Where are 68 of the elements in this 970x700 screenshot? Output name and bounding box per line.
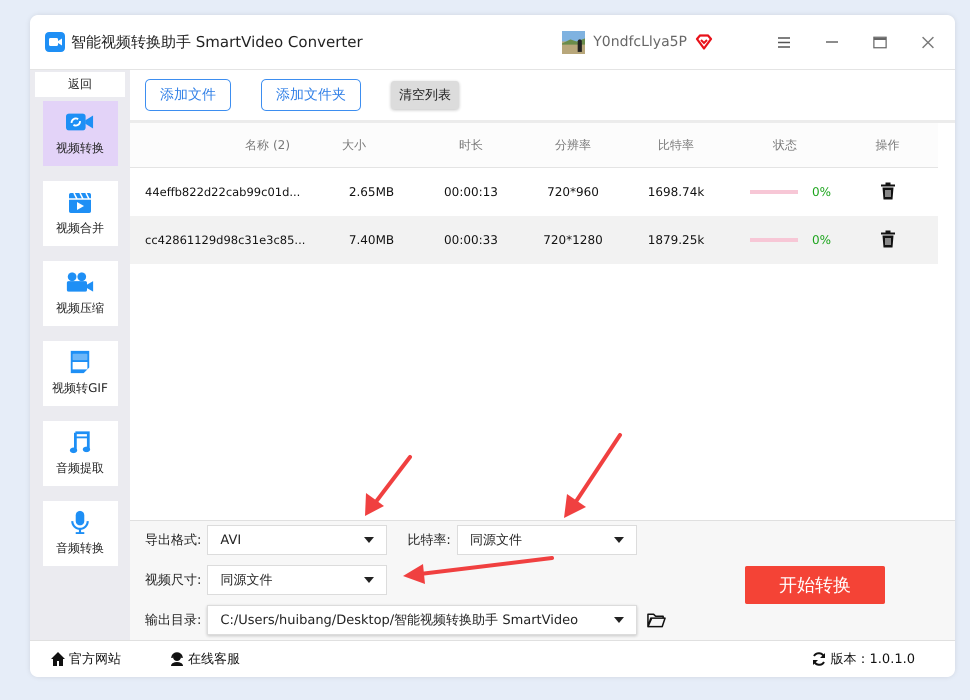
caret-icon	[364, 537, 374, 543]
table-cell-text: 2.65MB	[348, 185, 396, 199]
format-dropdown[interactable]: AVI	[207, 525, 388, 555]
table-cell-text: 00:00:13	[443, 185, 499, 199]
format-label: 导出格式:	[145, 532, 202, 549]
column-header: 状态	[772, 136, 798, 154]
size-label: 视频尺寸:	[145, 572, 202, 589]
annotation-arrow	[365, 455, 412, 516]
sidebar-item[interactable]: 视频转换	[42, 101, 118, 166]
output-label: 输出目录:	[145, 612, 202, 629]
sidebar-item[interactable]: 视频压缩	[42, 261, 118, 326]
sidebar-item-label: 音频转换	[56, 540, 104, 557]
clear-list-button[interactable]: 清空列表	[391, 81, 459, 109]
sidebar-item-label: 视频转GIF	[52, 380, 108, 397]
version-text: 版本：1.0.1.0	[830, 651, 915, 668]
table-cell-text: 44effb822d22cab99c01d...	[144, 185, 302, 199]
bitrate-dropdown[interactable]: 同源文件	[456, 525, 637, 555]
table-cell-text: cc42861129d98c31e3c85...	[144, 233, 306, 247]
size-dropdown[interactable]: 同源文件	[207, 565, 388, 595]
sidebar-item-label: 视频合并	[56, 220, 104, 237]
table-cell-text: 720*960	[546, 185, 600, 199]
output-dropdown[interactable]: C:/Users/huibang/Desktop/智能视频转换助手 SmartVideo	[207, 605, 638, 635]
diamond-icon	[695, 34, 713, 50]
caret-icon	[614, 537, 624, 543]
column-header: 比特率	[657, 136, 695, 154]
sidebar-item-label: 视频转换	[56, 140, 104, 157]
column-header: 名称 (2)	[244, 136, 290, 154]
progress-percent: 0%	[812, 233, 832, 247]
app-logo-icon	[45, 32, 65, 52]
table-cell-text: 1698.74k	[646, 185, 706, 199]
column-header: 分辨率	[554, 136, 592, 154]
refresh-icon[interactable]	[810, 651, 827, 667]
bitrate-label: 比特率:	[407, 532, 451, 549]
username[interactable]: Y0ndfcLlya5P	[593, 34, 687, 50]
table-cell-text: 1879.25k	[646, 233, 706, 247]
close-icon[interactable]	[921, 36, 935, 48]
caret-icon	[364, 577, 374, 583]
caret-icon	[614, 617, 624, 623]
sidebar-item[interactable]: 音频提取	[42, 421, 118, 486]
table-cell-text: 720*1280	[542, 233, 604, 247]
table-cell-text: 7.40MB	[348, 233, 396, 247]
add-file-button[interactable]: 添加文件	[145, 79, 231, 111]
add-folder-button[interactable]: 添加文件夹	[261, 79, 361, 111]
folder-icon[interactable]	[647, 612, 666, 628]
maximize-icon[interactable]	[873, 36, 887, 48]
table-cell-text: 00:00:33	[443, 233, 499, 247]
website-link[interactable]: 官方网站	[50, 650, 121, 668]
sidebar-item[interactable]: 视频合并	[42, 181, 118, 246]
sidebar-item-label: 音频提取	[56, 460, 104, 477]
home-icon	[50, 651, 66, 667]
minimize-icon[interactable]	[825, 41, 839, 43]
support-link[interactable]: 在线客服	[169, 650, 240, 668]
column-header: 时长	[458, 136, 484, 154]
clapperboard-icon	[66, 190, 94, 214]
sidebar-item-label: 视频压缩	[56, 300, 104, 317]
trash-icon[interactable]	[880, 230, 896, 248]
progress-percent: 0%	[812, 185, 832, 199]
video-camera-icon	[66, 270, 94, 294]
back-button[interactable]: 返回	[35, 72, 125, 97]
column-header: 大小	[341, 136, 367, 154]
sidebar-item[interactable]: 视频转GIF	[42, 341, 118, 406]
window-title: 智能视频转换助手 SmartVideo Converter	[71, 32, 363, 52]
start-convert-button[interactable]: 开始转换	[745, 566, 885, 604]
sidebar-item[interactable]: 音频转换	[42, 501, 118, 566]
menu-icon[interactable]	[777, 36, 791, 48]
headset-icon	[169, 651, 185, 667]
column-header: 操作	[874, 136, 900, 154]
trash-icon[interactable]	[880, 182, 896, 200]
